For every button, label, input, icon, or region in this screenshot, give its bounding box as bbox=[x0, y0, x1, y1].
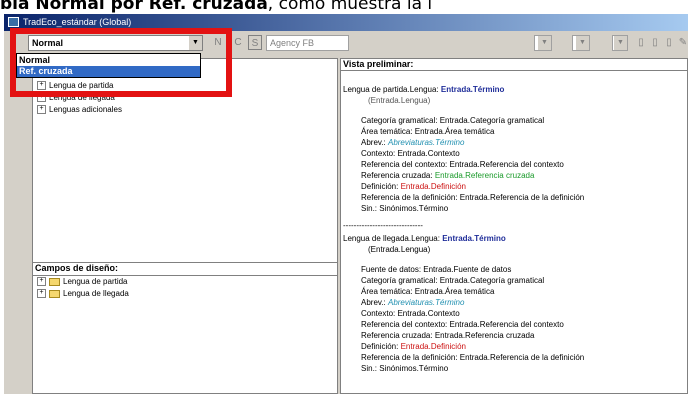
tree-item-label: Lenguas adicionales bbox=[49, 105, 122, 114]
preview-text: Definición: bbox=[361, 342, 399, 351]
preview-text: Lengua de llegada.Lengua: bbox=[343, 234, 440, 243]
preview-panel: Vista preliminar: Lengua de partida.Leng… bbox=[340, 58, 688, 394]
preview-line: Referencia de la definición: Entrada.Ref… bbox=[361, 193, 585, 202]
preview-line: Fuente de datos: Entrada.Fuente de datos bbox=[361, 265, 512, 274]
app-icon bbox=[8, 17, 19, 27]
preview-line: Categoría gramatical: Entrada.Categoría … bbox=[361, 116, 545, 125]
bg-combo[interactable]: ▼ bbox=[612, 35, 628, 51]
highlight-box bbox=[10, 28, 232, 97]
preview-line: Referencia de la definición: Entrada.Ref… bbox=[361, 353, 585, 362]
color-combo[interactable]: ▼ bbox=[572, 35, 590, 51]
preview-line: Lengua de llegada.Lengua: Entrada.Términ… bbox=[343, 234, 506, 243]
font-combo[interactable]: Agency FB bbox=[266, 35, 349, 51]
preview-line: Contexto: Entrada.Contexto bbox=[361, 309, 460, 318]
size-combo[interactable]: ▼ bbox=[534, 35, 552, 51]
expand-icon[interactable]: + bbox=[37, 105, 46, 115]
tree-item-label: Lengua de partida bbox=[63, 277, 128, 286]
s-button[interactable]: S bbox=[248, 35, 262, 50]
align-left-icon[interactable]: ▯ bbox=[634, 35, 648, 50]
tree-item-lenguas-adicionales[interactable]: + Lenguas adicionales bbox=[37, 105, 122, 115]
font-combo-value: Agency FB bbox=[270, 38, 315, 48]
preview-text: Abrev.: bbox=[361, 298, 386, 307]
expand-icon[interactable]: + bbox=[37, 289, 46, 299]
preview-line: Área temática: Entrada.Área temática bbox=[361, 287, 495, 296]
expand-icon[interactable]: + bbox=[37, 277, 46, 287]
preview-line: Abrev.: Abreviaturas.Término bbox=[361, 138, 464, 147]
c-button[interactable]: C bbox=[231, 35, 245, 50]
preview-abbrev: Abreviaturas.Término bbox=[387, 298, 465, 307]
window-title: TradEco_estándar (Global) bbox=[23, 17, 132, 27]
preview-text: Definición: bbox=[361, 182, 399, 191]
chevron-down-icon[interactable]: ▼ bbox=[613, 36, 627, 50]
preview-line: Lengua de partida.Lengua: Entrada.Términ… bbox=[343, 85, 504, 94]
tree-item-design-lengua-partida[interactable]: + Lengua de partida bbox=[37, 277, 128, 287]
preview-text: Abrev.: bbox=[361, 138, 386, 147]
heading-bold: bia Normal por Ref. cruzada bbox=[0, 0, 268, 14]
preview-line: Referencia del contexto: Entrada.Referen… bbox=[361, 320, 564, 329]
folder-icon bbox=[49, 277, 60, 286]
preview-header: Vista preliminar: bbox=[341, 59, 687, 71]
design-fields-panel: Campos de diseño: + Lengua de partida + Le… bbox=[32, 262, 338, 394]
preview-term: Entrada.Término bbox=[442, 234, 506, 243]
preview-separator: ------------------------------ bbox=[343, 221, 423, 230]
preview-line: (Entrada.Lengua) bbox=[368, 245, 431, 254]
preview-line: (Entrada.Lengua) bbox=[368, 96, 431, 105]
preview-line: Sin.: Sinónimos.Término bbox=[361, 204, 449, 213]
preview-line: Referencia cruzada: Entrada.Referencia c… bbox=[361, 171, 534, 180]
preview-line: Categoría gramatical: Entrada.Categoría … bbox=[361, 276, 545, 285]
design-fields-header: Campos de diseño: bbox=[33, 263, 337, 276]
preview-term: Entrada.Término bbox=[440, 85, 505, 94]
preview-line: Definición: Entrada.Definición bbox=[361, 342, 466, 351]
align-right-icon[interactable]: ▯ bbox=[662, 35, 676, 50]
preview-line: Contexto: Entrada.Contexto bbox=[361, 149, 460, 158]
preview-text: Lengua de partida.Lengua: bbox=[343, 85, 439, 94]
preview-line: Sin.: Sinónimos.Término bbox=[361, 364, 449, 373]
chevron-down-icon[interactable]: ▼ bbox=[537, 36, 551, 50]
folder-icon bbox=[49, 289, 60, 298]
preview-abbrev: Abreviaturas.Término bbox=[387, 138, 465, 147]
preview-text: Referencia cruzada: bbox=[361, 171, 433, 180]
heading-rest: , como muestra la i bbox=[267, 0, 433, 14]
chevron-down-icon[interactable]: ▼ bbox=[575, 36, 589, 50]
tree-item-label: Lengua de llegada bbox=[63, 289, 129, 298]
preview-line: Área temática: Entrada.Área temática bbox=[361, 127, 495, 136]
tree-item-design-lengua-llegada[interactable]: + Lengua de llegada bbox=[37, 289, 129, 299]
preview-definition: Entrada.Definición bbox=[400, 182, 466, 191]
preview-definition: Entrada.Definición bbox=[400, 342, 466, 351]
preview-line: Abrev.: Abreviaturas.Término bbox=[361, 298, 464, 307]
preview-line: Referencia cruzada: Entrada.Referencia c… bbox=[361, 331, 535, 340]
preview-line: Referencia del contexto: Entrada.Referen… bbox=[361, 160, 564, 169]
preview-line: Definición: Entrada.Definición bbox=[361, 182, 466, 191]
preview-crossref: Entrada.Referencia cruzada bbox=[434, 171, 535, 180]
align-center-icon[interactable]: ▯ bbox=[648, 35, 662, 50]
edit-icon[interactable]: ✎ bbox=[676, 35, 688, 50]
